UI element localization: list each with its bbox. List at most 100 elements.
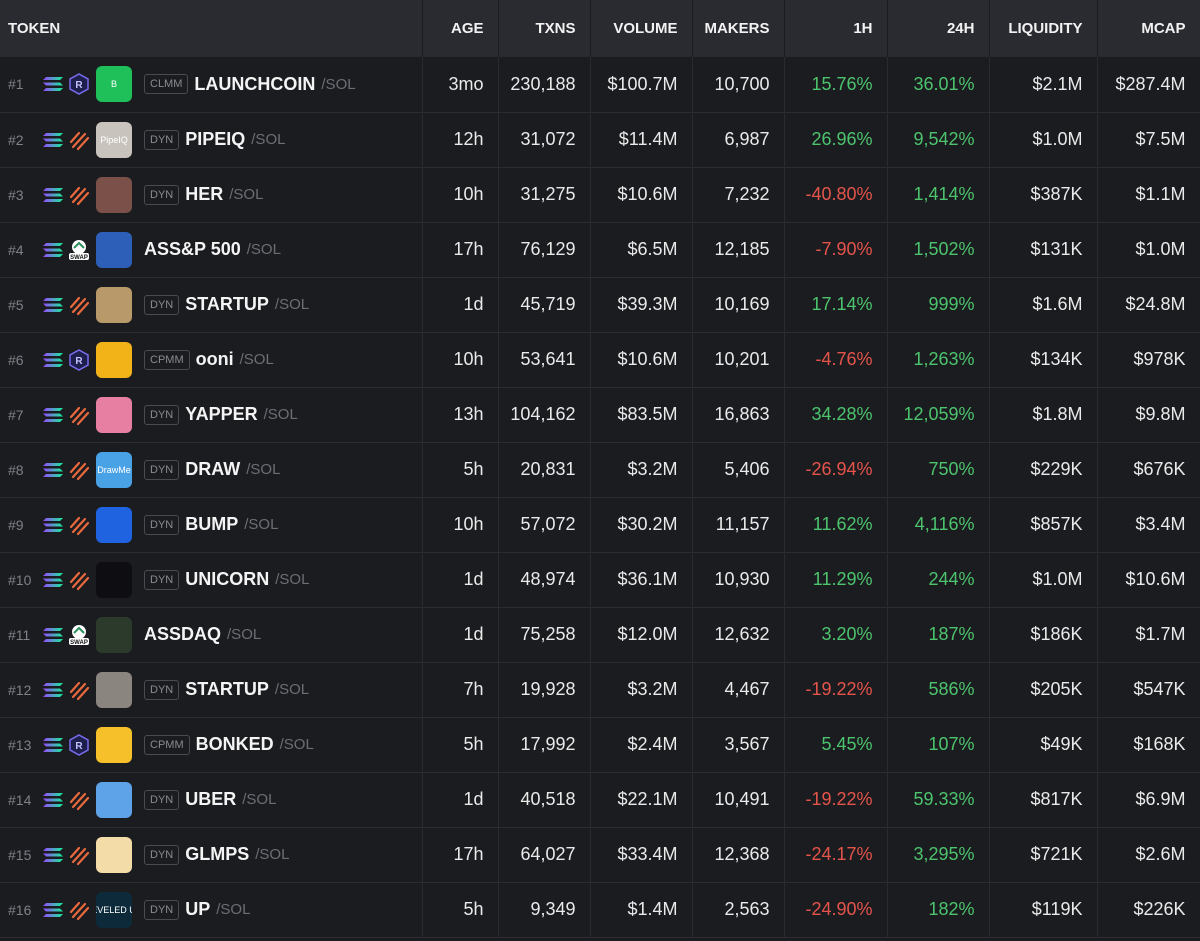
token-cell[interactable]: #16 LEVELED UP DYNUP/SOL <box>0 882 423 937</box>
change-1h-cell: -4.76% <box>784 332 888 387</box>
solana-icon <box>43 352 63 367</box>
token-cell[interactable]: #2 PipeIQ DYN PIPEIQ/SOL <box>0 112 423 167</box>
age-cell: 12h <box>422 112 499 167</box>
liquidity-cell: $49K <box>989 717 1098 772</box>
change-24h-cell: 12,059% <box>887 387 990 442</box>
table-row[interactable]: #1 R B CLMM LAUNCHCOIN/SOL 3mo 230,188 $100.7M 1… <box>0 57 1200 112</box>
age-cell: 5h <box>422 882 499 937</box>
quote-symbol: /SOL <box>263 406 298 423</box>
age-cell: 5h <box>422 442 499 497</box>
pool-type-badge: DYN <box>144 184 180 205</box>
txns-cell: 64,027 <box>498 827 591 882</box>
token-cell[interactable]: #13 R CPMM BONKED/SOL <box>0 717 423 772</box>
header-age[interactable]: AGE <box>422 0 499 57</box>
header-24h[interactable]: 24H <box>887 0 990 57</box>
header-token[interactable]: TOKEN <box>0 0 423 57</box>
token-cell[interactable]: #5 DYN STARTUP/SOL <box>0 277 423 332</box>
liquidity-cell: $817K <box>989 772 1098 827</box>
table-row[interactable]: #10 DYN UNICORN/SOL 1d 48,974 $36.1M 10,930 11.… <box>0 552 1200 607</box>
token-cell[interactable]: #1 R B CLMM LAUNCHCOIN/SOL <box>0 57 423 112</box>
table-row[interactable]: #4 SWAP ASS&P 500/SOL 17h 76,129 $6.5M 12,185-… <box>0 222 1200 277</box>
token-symbol: STARTUP <box>185 679 269 699</box>
age-cell: 10h <box>422 167 499 222</box>
rank: #4 <box>8 241 24 258</box>
token-cell[interactable]: #14 DYN UBER/SOL <box>0 772 423 827</box>
age-cell: 3mo <box>422 57 499 112</box>
header-txns[interactable]: TXNS <box>498 0 591 57</box>
liquidity-cell: $229K <box>989 442 1098 497</box>
volume-cell: $3.2M <box>590 662 693 717</box>
header-volume[interactable]: VOLUME <box>590 0 693 57</box>
token-avatar <box>96 616 132 653</box>
token-cell[interactable]: #8 DrawMe DYN DRAW/SOL <box>0 442 423 497</box>
table-row[interactable]: #14 DYN UBER/SOL 1d 40,518 $22.1M 10,491 -19.22… <box>0 772 1200 827</box>
table-row[interactable]: #11 SWAP ASSDAQ/SOL 1d 75,258 $12.0M 12,632 3.2… <box>0 607 1200 662</box>
pool-type-badge: CLMM <box>144 74 189 95</box>
change-1h-cell: -24.90% <box>784 882 888 937</box>
token-cell[interactable]: #7 DYN YAPPER/SOL <box>0 387 423 442</box>
change-24h-cell: 586% <box>887 662 990 717</box>
table-row[interactable]: #8 DrawMe DYN DRAW/SOL 5h 20,831 $3.2M 5,406 -26… <box>0 442 1200 497</box>
table-row[interactable]: #7 DYN YAPPER/SOL 13h 104,162 $83.5M 16,863 34.… <box>0 387 1200 442</box>
token-avatar <box>96 231 132 268</box>
table-row[interactable]: #13 R CPMM BONKED/SOL 5h 17,992 $2.4M 3,567 5.45… <box>0 717 1200 772</box>
table-row[interactable]: #9 DYN BUMP/SOL 10h 57,072 $30.2M 11,157 11.62%… <box>0 497 1200 552</box>
change-1h-cell: -26.94% <box>784 442 888 497</box>
change-24h-cell: 999% <box>887 277 990 332</box>
table-row[interactable]: #5 DYN STARTUP/SOL 1d 45,719 $39.3M 10,169 17.1… <box>0 277 1200 332</box>
makers-cell: 12,632 <box>692 607 785 662</box>
token-symbol: UNICORN <box>185 569 270 589</box>
solana-icon <box>43 627 63 642</box>
txns-cell: 9,349 <box>498 882 591 937</box>
makers-cell: 10,169 <box>692 277 785 332</box>
header-makers[interactable]: MAKERS <box>692 0 785 57</box>
token-cell[interactable]: #3 DYN HER/SOL <box>0 167 423 222</box>
header-1h[interactable]: 1H <box>784 0 888 57</box>
solana-icon <box>43 902 63 917</box>
pool-type-badge: CPMM <box>144 734 190 755</box>
table-row[interactable]: #6 R CPMM ooni/SOL 10h 53,641 $10.6M 10,201 -4.7… <box>0 332 1200 387</box>
rank: #10 <box>8 571 32 588</box>
pool-type-badge: DYN <box>144 569 180 590</box>
solana-icon <box>43 462 63 477</box>
rank: #3 <box>8 186 24 203</box>
change-24h-cell: 36.01% <box>887 57 990 112</box>
txns-cell: 31,275 <box>498 167 591 222</box>
solana-icon <box>43 407 63 422</box>
token-cell[interactable]: #11 SWAP ASSDAQ/SOL <box>0 607 423 662</box>
table-row[interactable]: #12 DYN STARTUP/SOL 7h 19,928 $3.2M 4,467 -19.2… <box>0 662 1200 717</box>
token-cell[interactable]: #10 DYN UNICORN/SOL <box>0 552 423 607</box>
pool-type-badge: DYN <box>144 459 180 480</box>
table-row[interactable]: #3 DYN HER/SOL 10h 31,275 $10.6M 7,232 -40.80% 1… <box>0 167 1200 222</box>
change-24h-cell: 750% <box>887 442 990 497</box>
token-cell[interactable]: #6 R CPMM ooni/SOL <box>0 332 423 387</box>
header-liquidity[interactable]: LIQUIDITY <box>989 0 1098 57</box>
pool-type-badge: DYN <box>144 679 180 700</box>
pool-type-badge: DYN <box>144 294 180 315</box>
volume-cell: $10.6M <box>590 332 693 387</box>
change-1h-cell: 17.14% <box>784 277 888 332</box>
token-symbol: UP <box>185 899 211 919</box>
txns-cell: 40,518 <box>498 772 591 827</box>
liquidity-cell: $1.0M <box>989 552 1098 607</box>
quote-symbol: /SOL <box>274 681 310 698</box>
txns-cell: 104,162 <box>498 387 591 442</box>
mcap-cell: $168K <box>1097 717 1200 772</box>
liquidity-cell: $205K <box>989 662 1098 717</box>
header-row: TOKEN AGE TXNS VOLUME MAKERS 1H 24H LIQU… <box>0 0 1200 57</box>
token-cell[interactable]: #15 DYN GLMPS/SOL <box>0 827 423 882</box>
volume-cell: $33.4M <box>590 827 693 882</box>
header-mcap[interactable]: MCAP <box>1097 0 1200 57</box>
txns-cell: 75,258 <box>498 607 591 662</box>
token-cell[interactable]: #12 DYN STARTUP/SOL <box>0 662 423 717</box>
token-cell[interactable]: #9 DYN BUMP/SOL <box>0 497 423 552</box>
quote-symbol: /SOL <box>239 351 274 368</box>
table-row[interactable]: #2 PipeIQ DYN PIPEIQ/SOL 12h 31,072 $11.4M 6,98… <box>0 112 1200 167</box>
quote-symbol: /SOL <box>275 571 310 588</box>
mcap-cell: $24.8M <box>1097 277 1200 332</box>
volume-cell: $10.6M <box>590 167 693 222</box>
table-row[interactable]: #16 LEVELED UP DYNUP/SOL 5h9,349$1.4M2,563-… <box>0 882 1200 937</box>
table-row[interactable]: #15 DYN GLMPS/SOL 17h 64,027 $33.4M 12,368 -24.… <box>0 827 1200 882</box>
token-cell[interactable]: #4 SWAP ASS&P 500/SOL <box>0 222 423 277</box>
token-symbol: BONKED <box>195 734 274 754</box>
